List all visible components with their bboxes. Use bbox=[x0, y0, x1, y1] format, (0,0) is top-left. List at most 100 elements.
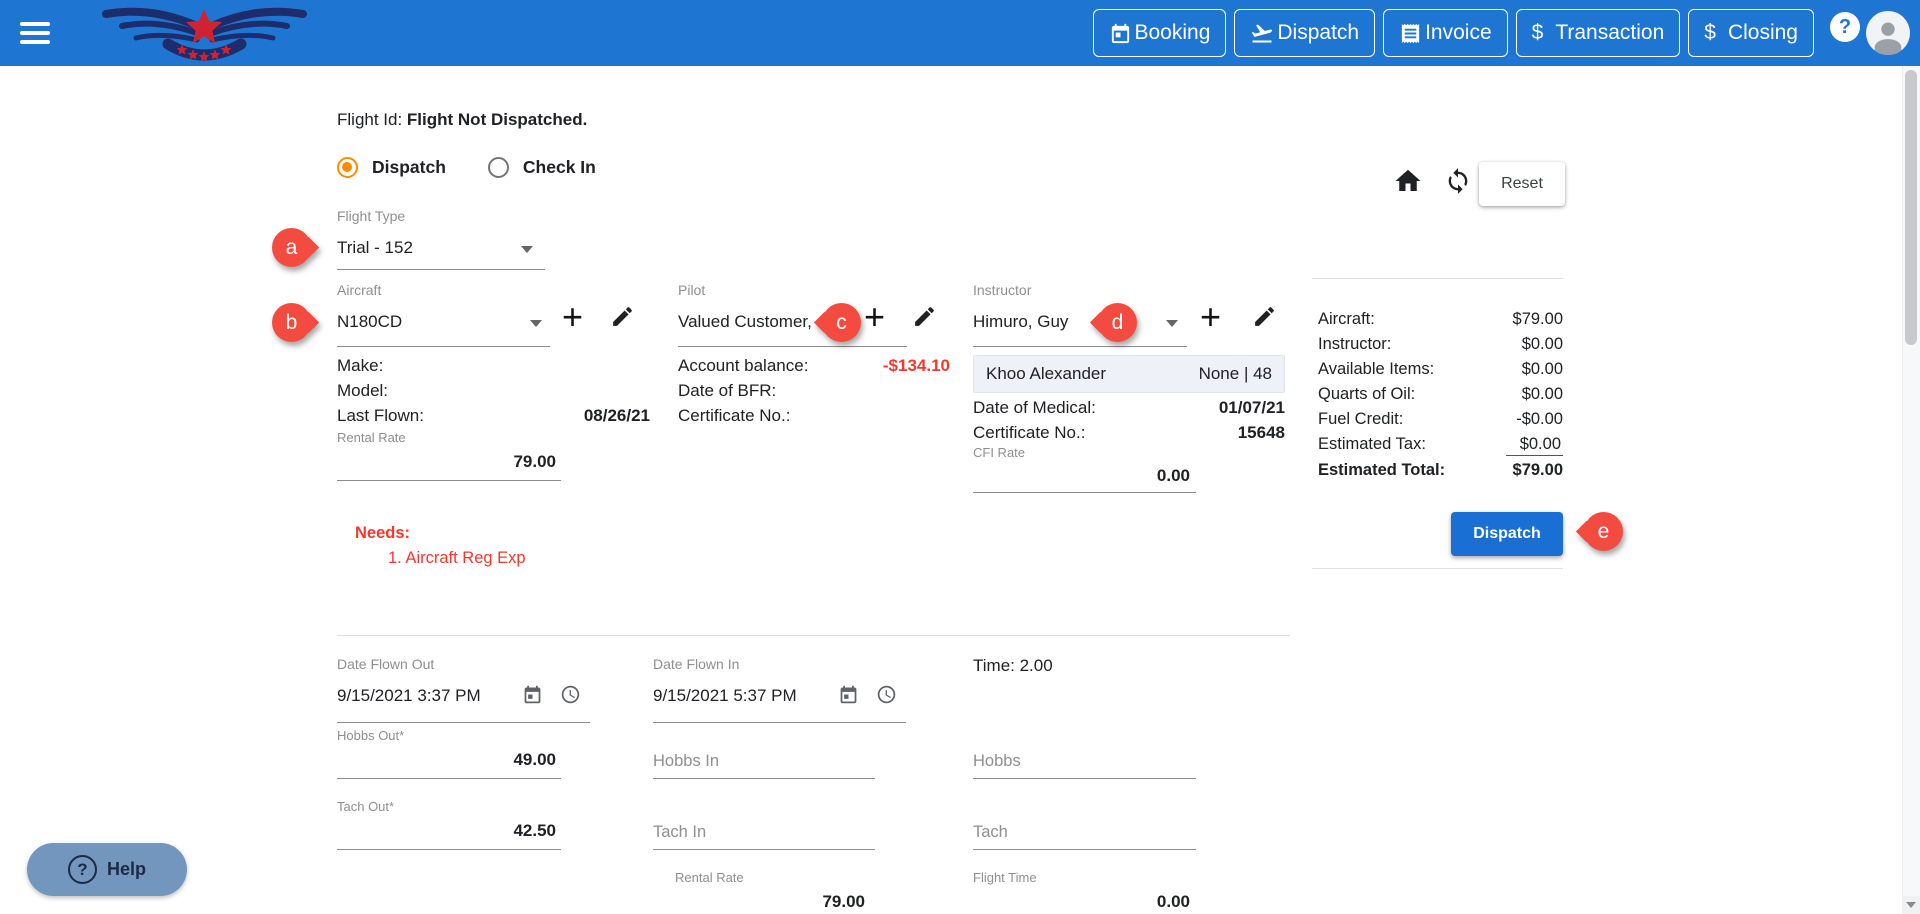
tach-underline bbox=[973, 849, 1196, 850]
cfi-rate-label: CFI Rate bbox=[973, 445, 1025, 460]
help-question-icon: ? bbox=[68, 855, 97, 884]
summary-row-estimated-tax: Estimated Tax:$0.00 bbox=[1318, 435, 1563, 456]
tach-in-input[interactable]: Tach In bbox=[653, 823, 706, 842]
tach-in-underline bbox=[653, 849, 875, 850]
date-of-medical-value: 01/07/21 bbox=[1185, 398, 1285, 418]
receipt-icon bbox=[1399, 22, 1422, 45]
edit-aircraft-pencil-icon[interactable] bbox=[610, 304, 635, 329]
bottom-rental-rate-input[interactable]: 79.00 bbox=[653, 892, 865, 912]
winged-star-logo-icon bbox=[92, 2, 317, 64]
hobbs-input[interactable]: Hobbs bbox=[973, 752, 1021, 771]
refresh-sync-icon[interactable] bbox=[1444, 167, 1472, 195]
summary-value: $0.00 bbox=[1522, 360, 1563, 381]
company-logo[interactable] bbox=[92, 2, 317, 64]
user-avatar[interactable] bbox=[1866, 11, 1910, 55]
nav-invoice-label: Invoice bbox=[1425, 21, 1492, 45]
nav-transaction-button[interactable]: $ Transaction bbox=[1516, 9, 1681, 57]
add-aircraft-button[interactable]: + bbox=[562, 302, 583, 332]
add-instructor-button[interactable]: + bbox=[1200, 302, 1221, 332]
help-button[interactable]: ? Help bbox=[27, 843, 187, 896]
nav-booking-button[interactable]: Booking bbox=[1093, 9, 1227, 57]
dollar-icon: $ bbox=[1704, 21, 1716, 45]
calendar-icon[interactable] bbox=[522, 684, 543, 705]
hobbs-underline bbox=[973, 778, 1196, 779]
nav-help-icon[interactable]: ? bbox=[1830, 12, 1860, 42]
calendar-icon bbox=[1109, 22, 1132, 45]
nav-dispatch-button[interactable]: Dispatch bbox=[1234, 9, 1375, 57]
pilot-select[interactable]: Valued Customer, ... bbox=[678, 312, 828, 332]
home-icon[interactable] bbox=[1393, 166, 1423, 196]
edit-pilot-pencil-icon[interactable] bbox=[912, 304, 937, 329]
calendar-icon[interactable] bbox=[838, 684, 859, 705]
hobbs-in-underline bbox=[653, 778, 875, 779]
account-balance-label: Account balance: bbox=[678, 356, 808, 376]
hamburger-menu-icon[interactable] bbox=[20, 22, 50, 44]
dispatch-page: Booking Dispatch Invoice $ Transaction $… bbox=[0, 0, 1920, 914]
date-flown-out-input[interactable]: 9/15/2021 3:37 PM bbox=[337, 686, 481, 706]
chevron-down-icon[interactable] bbox=[521, 246, 533, 253]
instructor-result-row[interactable]: Khoo Alexander None | 48 bbox=[973, 355, 1285, 393]
rental-rate-input[interactable]: 79.00 bbox=[337, 452, 556, 472]
clock-icon[interactable] bbox=[876, 684, 897, 705]
tach-out-input[interactable]: 42.50 bbox=[337, 821, 556, 841]
check-in-radio-label[interactable]: Check In bbox=[523, 157, 596, 178]
top-nav-bar: Booking Dispatch Invoice $ Transaction $… bbox=[0, 0, 1920, 66]
tach-input[interactable]: Tach bbox=[973, 823, 1008, 842]
last-flown-label: Last Flown: bbox=[337, 406, 424, 426]
summary-label: Fuel Credit: bbox=[1318, 410, 1403, 431]
hobbs-out-input[interactable]: 49.00 bbox=[337, 750, 556, 770]
date-flown-out-label: Date Flown Out bbox=[337, 656, 434, 672]
scroll-down-button[interactable] bbox=[1902, 896, 1920, 914]
annotation-pin-a: a bbox=[272, 228, 311, 267]
summary-row-instructor: Instructor:$0.00 bbox=[1318, 335, 1563, 356]
flight-type-select[interactable]: Trial - 152 bbox=[337, 238, 517, 258]
instructor-underline bbox=[973, 346, 1187, 347]
dollar-icon: $ bbox=[1532, 21, 1544, 45]
date-flown-in-input[interactable]: 9/15/2021 5:37 PM bbox=[653, 686, 797, 706]
instructor-select[interactable]: Himuro, Guy bbox=[973, 312, 1093, 332]
edit-instructor-pencil-icon[interactable] bbox=[1252, 304, 1277, 329]
caret-down-icon bbox=[1906, 902, 1916, 908]
help-button-label: Help bbox=[107, 859, 146, 880]
summary-value: -$0.00 bbox=[1516, 410, 1563, 431]
nav-transaction-label: Transaction bbox=[1555, 21, 1664, 45]
scrollbar-thumb[interactable] bbox=[1905, 70, 1917, 345]
aircraft-label: Aircraft bbox=[337, 282, 381, 298]
add-pilot-button[interactable]: + bbox=[864, 302, 885, 332]
annotation-pin-b: b bbox=[272, 303, 311, 342]
nav-invoice-button[interactable]: Invoice bbox=[1383, 9, 1508, 57]
dispatch-submit-button[interactable]: Dispatch bbox=[1451, 512, 1563, 556]
section-divider bbox=[337, 635, 1290, 636]
dispatch-radio-label[interactable]: Dispatch bbox=[372, 157, 446, 178]
instructor-result-name: Khoo Alexander bbox=[986, 364, 1106, 384]
annotation-pin-c: c bbox=[822, 303, 861, 342]
chevron-down-icon[interactable] bbox=[530, 320, 542, 327]
flight-time-input[interactable]: 0.00 bbox=[973, 892, 1190, 912]
reset-button[interactable]: Reset bbox=[1479, 162, 1565, 206]
summary-label: Estimated Tax: bbox=[1318, 435, 1426, 456]
cfi-rate-input[interactable]: 0.00 bbox=[973, 466, 1190, 486]
aircraft-select[interactable]: N180CD bbox=[337, 312, 517, 332]
hobbs-out-label: Hobbs Out* bbox=[337, 728, 404, 743]
nav-dispatch-label: Dispatch bbox=[1277, 21, 1359, 45]
check-in-radio[interactable] bbox=[488, 157, 509, 178]
needs-item: 1. Aircraft Reg Exp bbox=[388, 549, 526, 568]
nav-closing-button[interactable]: $ Closing bbox=[1688, 9, 1814, 57]
summary-row-estimated-total: Estimated Total:$79.00 bbox=[1318, 461, 1563, 482]
nav-closing-label: Closing bbox=[1728, 21, 1798, 45]
summary-label: Aircraft: bbox=[1318, 310, 1375, 331]
flight-type-label: Flight Type bbox=[337, 208, 405, 224]
model-label: Model: bbox=[337, 381, 388, 401]
mode-radio-group: Dispatch Check In bbox=[337, 157, 624, 178]
dispatch-radio[interactable] bbox=[337, 157, 358, 178]
summary-bottom-divider bbox=[1312, 568, 1563, 569]
date-flown-in-label: Date Flown In bbox=[653, 656, 739, 672]
date-of-bfr-label: Date of BFR: bbox=[678, 381, 776, 401]
chevron-down-icon[interactable] bbox=[1166, 320, 1178, 327]
flight-time-label: Flight Time bbox=[973, 870, 1037, 885]
bottom-rental-rate-label: Rental Rate bbox=[675, 870, 744, 885]
clock-icon[interactable] bbox=[560, 684, 581, 705]
hobbs-in-input[interactable]: Hobbs In bbox=[653, 752, 719, 771]
instructor-label: Instructor bbox=[973, 282, 1031, 298]
nav-booking-label: Booking bbox=[1135, 21, 1211, 45]
